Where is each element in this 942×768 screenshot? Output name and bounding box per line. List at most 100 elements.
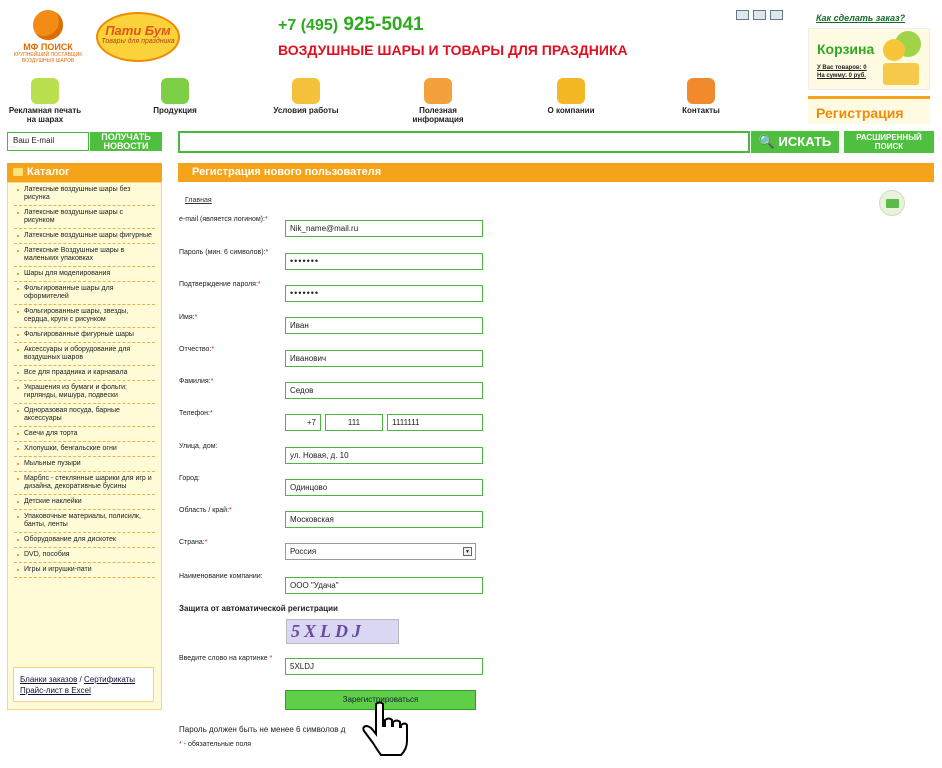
hand-cursor-icon bbox=[362, 701, 408, 756]
city-field[interactable]: Одинцово bbox=[285, 479, 483, 496]
catalog-item[interactable]: Латексные воздушные шары фигурные bbox=[14, 229, 155, 244]
chevron-down-icon: ▼ bbox=[463, 547, 472, 556]
catalog-title: Каталог bbox=[27, 166, 70, 178]
phone-label: Телефон:* bbox=[179, 410, 213, 417]
price-list-link[interactable]: Прайс-лист в Excel bbox=[20, 686, 91, 695]
balloon-icon bbox=[883, 39, 905, 61]
catalog-item[interactable]: Латексные воздушные шары с рисунком bbox=[14, 206, 155, 229]
captcha-image: 5XLDJ bbox=[286, 619, 399, 644]
breadcrumb-home[interactable]: Главная bbox=[185, 197, 212, 204]
company-label: Наименование компании: bbox=[179, 573, 263, 580]
nav-item-products[interactable]: Продукция bbox=[140, 78, 210, 115]
nav-item-work-terms[interactable]: Условия работы bbox=[268, 78, 344, 115]
sitemap-icon[interactable] bbox=[753, 10, 766, 20]
email-field[interactable]: Nik_name@mail.ru bbox=[285, 220, 483, 237]
captcha-input[interactable]: 5XLDJ bbox=[285, 658, 483, 675]
terms-icon bbox=[292, 78, 320, 104]
home-icon[interactable] bbox=[736, 10, 749, 20]
region-label: Область / край:* bbox=[179, 507, 232, 514]
search-button[interactable]: 🔍 ИСКАТЬ bbox=[751, 131, 839, 153]
nav-item-balloon-printing[interactable]: Рекламная печать на шарах bbox=[8, 78, 82, 124]
catalog-item[interactable]: Упаковочные материалы, полисилк, банты, … bbox=[14, 510, 155, 533]
link-separator: / bbox=[77, 675, 84, 684]
catalog-item[interactable]: Одноразовая посуда, барные аксессуары bbox=[14, 404, 155, 427]
nav-item-useful-info[interactable]: Полезная информация bbox=[404, 78, 472, 124]
catalog-item[interactable]: Фольгированные фигурные шары bbox=[14, 328, 155, 343]
phone-number-field[interactable]: 1111111 bbox=[387, 414, 483, 431]
contacts-icon bbox=[687, 78, 715, 104]
catalog-item[interactable]: Украшения из бумаги и фольги: гирлянды, … bbox=[14, 381, 155, 404]
cart-title: Корзина bbox=[817, 41, 875, 57]
catalog-links: Бланки заказов / Сертификаты Прайс-лист … bbox=[13, 667, 154, 702]
catalog-item[interactable]: Мыльные пузыри bbox=[14, 457, 155, 472]
nav-item-contacts[interactable]: Контакты bbox=[668, 78, 734, 115]
first-name-field[interactable]: Иван bbox=[285, 317, 483, 334]
nav-label: Полезная информация bbox=[412, 106, 464, 124]
catalog-item[interactable]: Оборудование для дискотек bbox=[14, 533, 155, 548]
mf-poisk-logo[interactable]: МФ ПОИСК КРУПНЕЙШИЙ ПОСТАВЩИК ВОЗДУШНЫХ … bbox=[10, 10, 86, 64]
country-label: Страна:* bbox=[179, 539, 208, 546]
order-forms-link[interactable]: Бланки заказов bbox=[20, 675, 77, 684]
subscribe-news-button[interactable]: ПОЛУЧАТЬ НОВОСТИ bbox=[90, 132, 162, 151]
email-label: e-mail (является логином):* bbox=[179, 216, 268, 223]
catalog-panel: Латексные воздушные шары без рисунка Лате… bbox=[7, 182, 162, 710]
patronymic-field[interactable]: Иванович bbox=[285, 350, 483, 367]
phone-country-code-field[interactable]: +7 bbox=[285, 414, 321, 431]
page-title: Регистрация нового пользователя bbox=[178, 163, 934, 182]
mf-logo-name: МФ ПОИСК bbox=[23, 42, 73, 52]
nav-item-about[interactable]: О компании bbox=[536, 78, 606, 115]
confirm-password-label: Подтверждение пароля:* bbox=[179, 281, 261, 288]
nav-label: Условия работы bbox=[273, 106, 339, 115]
street-field[interactable]: ул. Новая, д. 10 bbox=[285, 447, 483, 464]
catalog-list: Латексные воздушные шары без рисунка Лате… bbox=[8, 183, 161, 578]
surname-field[interactable]: Седов bbox=[285, 382, 483, 399]
patronymic-label: Отчество:* bbox=[179, 346, 215, 353]
phone-number: +7 (495) 925-5041 bbox=[278, 14, 424, 36]
nav-label: О компании bbox=[547, 106, 595, 115]
cart-widget[interactable]: Корзина У Вас товаров: 0 На сумму: 0 руб… bbox=[808, 28, 930, 90]
street-label: Улица, дом: bbox=[179, 443, 218, 450]
catalog-item[interactable]: Латексные Воздушные шары в маленьких упа… bbox=[14, 244, 155, 267]
catalog-item[interactable]: Фольгированные шары, звезды, сердца, кру… bbox=[14, 305, 155, 328]
folder-icon bbox=[13, 168, 23, 176]
catalog-item[interactable]: Все для праздника и карнавала bbox=[14, 366, 155, 381]
confirm-password-field[interactable]: ••••••• bbox=[285, 285, 483, 302]
mail-icon[interactable] bbox=[770, 10, 783, 20]
catalog-item[interactable]: Шары для моделирования bbox=[14, 267, 155, 282]
catalog-item[interactable]: Фольгированные шары для оформителей bbox=[14, 282, 155, 305]
nav-label: Продукция bbox=[153, 106, 197, 115]
region-field[interactable]: Московская bbox=[285, 511, 483, 528]
name-label: Имя:* bbox=[179, 314, 198, 321]
company-field[interactable]: ООО "Удача" bbox=[285, 577, 483, 594]
printer-icon bbox=[886, 199, 899, 208]
catalog-item[interactable]: Хлопушки, бенгальские огни bbox=[14, 442, 155, 457]
catalog-item[interactable]: Аксессуары и оборудование для воздушных … bbox=[14, 343, 155, 366]
password-field[interactable]: ••••••• bbox=[285, 253, 483, 270]
balloon-logo-icon bbox=[33, 10, 63, 40]
certificates-link[interactable]: Сертификаты bbox=[84, 675, 135, 684]
catalog-header: Каталог bbox=[7, 163, 162, 182]
country-selected-value: Россия bbox=[290, 547, 317, 556]
magnifier-icon: 🔍 bbox=[758, 134, 775, 149]
nav-label: Контакты bbox=[682, 106, 720, 115]
how-to-order-link[interactable]: Как сделать заказ? bbox=[816, 13, 905, 23]
print-button[interactable] bbox=[879, 190, 905, 216]
catalog-item[interactable]: Свечи для торта bbox=[14, 427, 155, 442]
catalog-item[interactable]: Марблс - стеклянные шарики для игр и диз… bbox=[14, 472, 155, 495]
newsletter-email-input[interactable]: Ваш E-mail bbox=[7, 132, 89, 151]
catalog-item[interactable]: Латексные воздушные шары без рисунка bbox=[14, 183, 155, 206]
nav-label: Рекламная печать на шарах bbox=[8, 106, 82, 124]
search-input[interactable] bbox=[178, 131, 750, 153]
advanced-search-button[interactable]: РАСШИРЕННЫЙ ПОИСК bbox=[844, 131, 934, 153]
registration-link[interactable]: Регистрация bbox=[808, 96, 930, 124]
surname-label: Фамилия:* bbox=[179, 378, 214, 385]
catalog-item[interactable]: Игры и игрушки-пати bbox=[14, 563, 155, 578]
password-label: Пароль (мин. 6 символов):* bbox=[179, 249, 269, 256]
city-label: Город: bbox=[179, 475, 200, 482]
catalog-item[interactable]: Детские наклейки bbox=[14, 495, 155, 510]
pati-bum-logo[interactable]: Пати Бум Товары для праздника bbox=[96, 12, 180, 62]
phone-area-code-field[interactable]: 111 bbox=[325, 414, 383, 431]
country-select[interactable]: Россия ▼ bbox=[285, 543, 476, 560]
cart-items-count: У Вас товаров: 0 bbox=[817, 65, 867, 71]
catalog-item[interactable]: DVD, пособия bbox=[14, 548, 155, 563]
